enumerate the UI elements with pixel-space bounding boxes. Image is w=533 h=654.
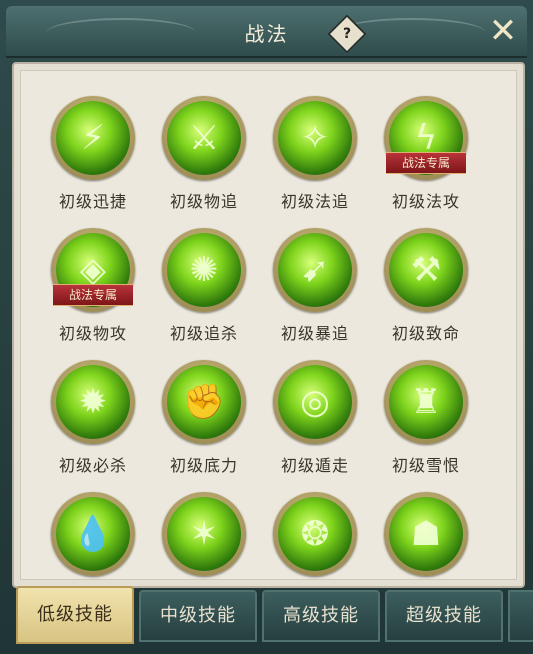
- skill-label: 初级致命: [391, 324, 460, 343]
- skill-label: 初级雪恨: [391, 456, 460, 475]
- skill-label: 初级底力: [169, 456, 238, 475]
- skill-icon-art: ⚒: [389, 233, 463, 307]
- tab-skill-level[interactable]: 中级技能: [139, 590, 257, 642]
- skill-icon-art: 💧: [56, 497, 130, 571]
- skill-item[interactable]: ➹ 初级暴追: [260, 222, 370, 352]
- skill-glyph-icon: ◎: [300, 382, 330, 422]
- skill-icon-art: ⚔: [167, 101, 241, 175]
- skill-item[interactable]: ⚒ 初级致命: [371, 222, 481, 352]
- skill-icon-art: ◎: [278, 365, 352, 439]
- skill-glyph-icon: ✹: [78, 382, 108, 422]
- skill-label: 初级迅捷: [58, 192, 127, 211]
- skill-icon-frame: ❂: [273, 492, 357, 576]
- skill-item[interactable]: ❂: [260, 486, 370, 586]
- skill-label: 初级物追: [169, 192, 238, 211]
- skill-icon-art: ➹: [278, 233, 352, 307]
- skill-icon-art: ✧: [278, 101, 352, 175]
- skill-icon-art: ✹: [56, 365, 130, 439]
- close-icon: ✕: [488, 11, 518, 51]
- question-icon: ?: [342, 26, 352, 42]
- skill-glyph-icon: ✺: [189, 250, 219, 290]
- skill-label: 初级物攻: [58, 324, 127, 343]
- skill-icon-frame: 💧: [51, 492, 135, 576]
- tab-bar: 低级技能 中级技能 高级技能 超级技能: [0, 586, 533, 654]
- skill-icon-frame: ✧: [273, 96, 357, 180]
- skill-item[interactable]: ϟ 战法专属初级法攻: [371, 90, 481, 220]
- skill-icon-frame: ♜: [384, 360, 468, 444]
- skill-icon-art: ✊: [167, 365, 241, 439]
- skill-item[interactable]: ⚡ 初级迅捷: [38, 90, 148, 220]
- skill-label: 初级遁走: [280, 456, 349, 475]
- skill-item[interactable]: ♜ 初级雪恨: [371, 354, 481, 484]
- skill-icon-frame: ➹: [273, 228, 357, 312]
- skill-label: 初级追杀: [169, 324, 238, 343]
- skill-glyph-icon: ✶: [189, 514, 219, 554]
- skill-icon-frame: ⚡: [51, 96, 135, 180]
- skill-panel: ⚡ 初级迅捷 ⚔ 初级物追 ✧ 初级法追 ϟ 战法专属初级法攻 ◈ 战法专属初级物攻 ✺ 初级追杀 ➹ 初…: [12, 62, 525, 588]
- skill-glyph-icon: ✊: [182, 382, 226, 422]
- close-button[interactable]: ✕: [486, 14, 520, 48]
- skill-item[interactable]: ⚔ 初级物追: [149, 90, 259, 220]
- skill-item[interactable]: ☗: [371, 486, 481, 586]
- skill-icon-frame: ✊: [162, 360, 246, 444]
- skill-icon-frame: ◈ 战法专属: [51, 228, 135, 312]
- skill-item[interactable]: 💧: [38, 486, 148, 586]
- skill-label: 初级必杀: [58, 456, 127, 475]
- skill-item[interactable]: ✹ 初级必杀: [38, 354, 148, 484]
- skill-item[interactable]: ◎ 初级遁走: [260, 354, 370, 484]
- skill-glyph-icon: 💧: [71, 514, 115, 554]
- skill-glyph-icon: ❂: [300, 514, 330, 554]
- skill-icon-art: ⚡: [56, 101, 130, 175]
- skill-label: 初级法攻: [391, 192, 460, 211]
- skill-item[interactable]: ✺ 初级追杀: [149, 222, 259, 352]
- skill-icon-frame: ⚒: [384, 228, 468, 312]
- window-title: 战法: [244, 22, 289, 46]
- tab-overflow[interactable]: [508, 590, 533, 642]
- skill-glyph-icon: ⚔: [188, 118, 220, 158]
- skill-icon-frame: ϟ 战法专属: [384, 96, 468, 180]
- skill-icon-frame: ✺: [162, 228, 246, 312]
- skill-glyph-icon: ⚒: [410, 250, 442, 290]
- skill-icon-frame: ⚔: [162, 96, 246, 180]
- skill-item[interactable]: ✧ 初级法追: [260, 90, 370, 220]
- skill-glyph-icon: ➹: [300, 250, 330, 290]
- skill-window: 战法 ? ✕ ⚡ 初级迅捷 ⚔ 初级物追 ✧ 初级法追 ϟ 战法专属初级法攻 ◈ 战法专属初级物攻…: [0, 0, 533, 654]
- skill-icon-art: ❂: [278, 497, 352, 571]
- skill-icon-art: ✶: [167, 497, 241, 571]
- skill-icon-frame: ✶: [162, 492, 246, 576]
- skill-glyph-icon: ✧: [300, 118, 330, 158]
- exclusive-badge: 战法专属: [386, 152, 466, 174]
- skill-icon-frame: ✹: [51, 360, 135, 444]
- exclusive-badge: 战法专属: [53, 284, 133, 306]
- skill-glyph-icon: ♜: [410, 382, 442, 422]
- skill-item[interactable]: ✶: [149, 486, 259, 586]
- skill-icon-frame: ☗: [384, 492, 468, 576]
- skill-item[interactable]: ✊ 初级底力: [149, 354, 259, 484]
- tab-skill-level[interactable]: 高级技能: [262, 590, 380, 642]
- skill-icon-art: ♜: [389, 365, 463, 439]
- skill-icon-frame: ◎: [273, 360, 357, 444]
- skill-item[interactable]: ◈ 战法专属初级物攻: [38, 222, 148, 352]
- skill-label: 初级法追: [280, 192, 349, 211]
- skill-label: 初级暴追: [280, 324, 349, 343]
- skill-icon-art: ☗: [389, 497, 463, 571]
- tab-skill-level[interactable]: 低级技能: [16, 586, 134, 644]
- skill-glyph-icon: ☗: [410, 514, 442, 554]
- skill-glyph-icon: ⚡: [81, 118, 105, 158]
- skill-icon-art: ✺: [167, 233, 241, 307]
- tab-skill-level[interactable]: 超级技能: [385, 590, 503, 642]
